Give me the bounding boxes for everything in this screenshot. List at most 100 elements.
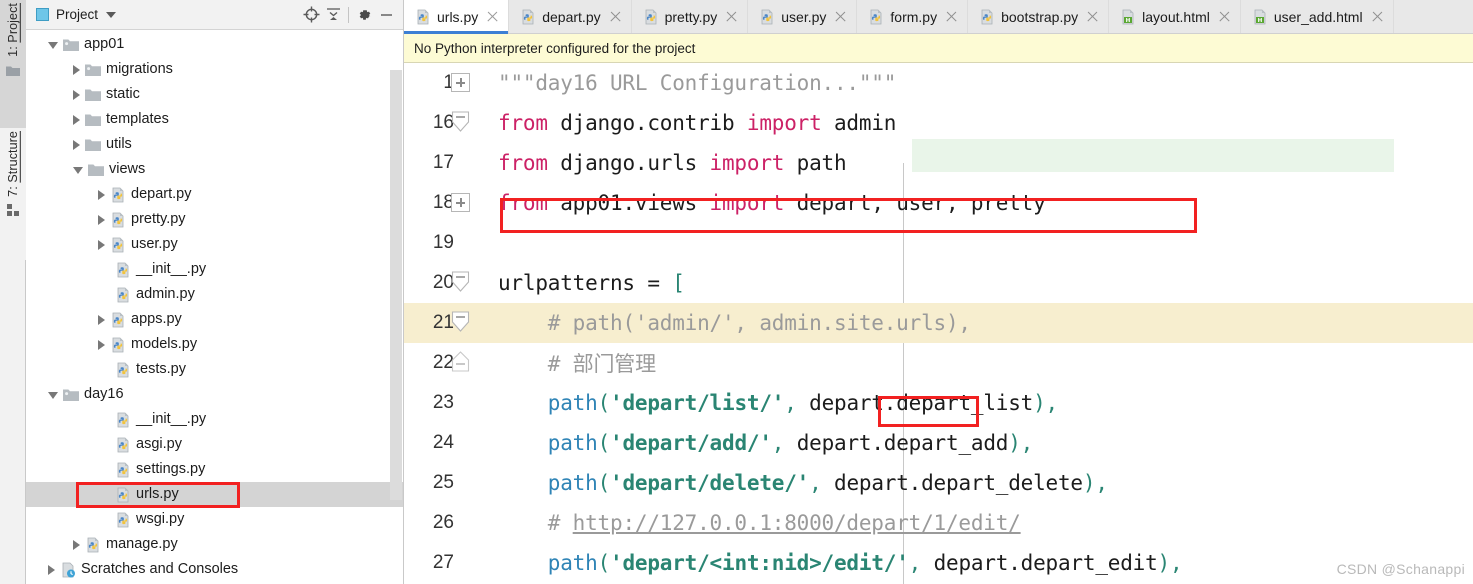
fold-gutter[interactable] xyxy=(451,303,498,343)
code-line[interactable]: 22 # 部门管理 xyxy=(404,343,1473,383)
tree-item--init-py[interactable]: __init__.py xyxy=(26,257,403,282)
tree-item-manage-py[interactable]: manage.py xyxy=(26,532,403,557)
fold-gutter[interactable] xyxy=(460,503,498,543)
project-panel-scrollbar[interactable] xyxy=(390,70,402,500)
code-line[interactable]: 24 path('depart/add/', depart.depart_add… xyxy=(404,423,1473,463)
fold-region-end-icon[interactable] xyxy=(451,351,470,373)
tree-item-tests-py[interactable]: tests.py xyxy=(26,357,403,382)
tree-item-user-py[interactable]: user.py xyxy=(26,232,403,257)
chevron-right-icon[interactable] xyxy=(98,239,105,250)
fold-collapse-icon[interactable] xyxy=(451,111,470,133)
code-line[interactable]: 21 # path('admin/', admin.site.urls), xyxy=(404,303,1473,343)
chevron-right-icon[interactable] xyxy=(73,114,80,125)
tree-item-static[interactable]: static xyxy=(26,82,403,107)
fold-gutter[interactable] xyxy=(451,263,498,303)
minimize-icon[interactable] xyxy=(375,4,397,26)
tree-item-pretty-py[interactable]: pretty.py xyxy=(26,207,403,232)
fold-gutter[interactable] xyxy=(460,543,498,583)
chevron-down-icon[interactable] xyxy=(106,11,117,18)
code-line[interactable]: 18 from app01.views import depart, user, … xyxy=(404,183,1473,223)
editor-tab-form-py[interactable]: form.py xyxy=(857,0,969,33)
code-identifier: urlpatterns = xyxy=(498,271,673,295)
tree-item-scratches-and-consoles[interactable]: Scratches and Consoles xyxy=(26,557,403,582)
project-tree[interactable]: app01 migrations static templates utils … xyxy=(26,30,403,584)
code-line[interactable]: 1 """day16 URL Configuration...""" xyxy=(404,63,1473,103)
code-line[interactable]: 23 path('depart/list/', depart.depart_li… xyxy=(404,383,1473,423)
fold-gutter[interactable] xyxy=(460,223,498,263)
chevron-right-icon[interactable] xyxy=(73,139,80,150)
fold-gutter[interactable] xyxy=(451,183,498,223)
chevron-right-icon[interactable] xyxy=(98,339,105,350)
chevron-right-icon[interactable] xyxy=(73,539,80,550)
tree-item-templates[interactable]: templates xyxy=(26,107,403,132)
close-icon[interactable] xyxy=(945,10,958,23)
tree-item-utils[interactable]: utils xyxy=(26,132,403,157)
fold-collapse-icon[interactable] xyxy=(451,271,470,293)
fold-collapse-icon[interactable] xyxy=(451,311,470,333)
close-icon[interactable] xyxy=(1371,10,1384,23)
tree-item--init-py[interactable]: __init__.py xyxy=(26,407,403,432)
fold-expand-icon[interactable] xyxy=(451,193,470,212)
tree-item-settings-py[interactable]: settings.py xyxy=(26,457,403,482)
close-icon[interactable] xyxy=(1086,10,1099,23)
fold-gutter[interactable] xyxy=(460,463,498,503)
close-icon[interactable] xyxy=(486,10,499,23)
tree-item-urls-py[interactable]: urls.py xyxy=(26,482,403,507)
close-icon[interactable] xyxy=(1218,10,1231,23)
tree-item-depart-py[interactable]: depart.py xyxy=(26,182,403,207)
editor-tab-depart-py[interactable]: depart.py xyxy=(509,0,632,33)
chevron-right-icon[interactable] xyxy=(73,64,80,75)
chevron-right-icon[interactable] xyxy=(98,314,105,325)
tool-button-structure[interactable]: 7: Structure xyxy=(0,128,26,260)
code-line[interactable]: 20 urlpatterns = [ xyxy=(404,263,1473,303)
chevron-right-icon[interactable] xyxy=(98,214,105,225)
tree-item-day16[interactable]: day16 xyxy=(26,382,403,407)
code-line[interactable]: 26 # http://127.0.0.1:8000/depart/1/edit… xyxy=(404,503,1473,543)
editor-tab-bootstrap-py[interactable]: bootstrap.py xyxy=(968,0,1110,33)
editor-tab-user-add-html[interactable]: H user_add.html xyxy=(1241,0,1394,33)
fold-gutter[interactable] xyxy=(451,343,498,383)
tree-item-admin-py[interactable]: admin.py xyxy=(26,282,403,307)
chevron-right-icon[interactable] xyxy=(48,564,55,575)
code-comment-url[interactable]: http://127.0.0.1:8000/depart/1/edit/ xyxy=(573,511,1021,535)
tree-item-label: asgi.py xyxy=(136,436,182,453)
fold-gutter[interactable] xyxy=(451,103,498,143)
code-line[interactable]: 17 from django.urls import path xyxy=(404,143,1473,183)
code-line[interactable]: 25 path('depart/delete/', depart.depart_… xyxy=(404,463,1473,503)
chevron-right-icon[interactable] xyxy=(98,189,105,200)
fold-gutter[interactable] xyxy=(451,63,498,103)
chevron-down-icon[interactable] xyxy=(48,42,58,49)
tree-item-models-py[interactable]: models.py xyxy=(26,332,403,357)
code-string: 'depart/list/' xyxy=(610,391,785,415)
tree-item-wsgi-py[interactable]: wsgi.py xyxy=(26,507,403,532)
code-line[interactable]: 19 xyxy=(404,223,1473,263)
fold-gutter[interactable] xyxy=(460,383,498,423)
editor-tab-user-py[interactable]: user.py xyxy=(748,0,858,33)
close-icon[interactable] xyxy=(609,10,622,23)
editor-tab-bar[interactable]: urls.py depart.py pretty.py user.py form… xyxy=(404,0,1473,34)
tree-item-views[interactable]: views xyxy=(26,157,403,182)
fold-expand-icon[interactable] xyxy=(451,73,470,92)
chevron-down-icon[interactable] xyxy=(48,392,58,399)
close-icon[interactable] xyxy=(725,10,738,23)
editor-tab-urls-py[interactable]: urls.py xyxy=(404,0,510,34)
fold-gutter[interactable] xyxy=(460,143,498,183)
locate-target-icon[interactable] xyxy=(300,4,322,26)
tree-item-migrations[interactable]: migrations xyxy=(26,57,403,82)
fold-gutter[interactable] xyxy=(460,423,498,463)
code-editor-surface[interactable]: 1 """day16 URL Configuration...""" 16 from … xyxy=(404,63,1473,584)
chevron-down-icon[interactable] xyxy=(73,167,83,174)
code-line[interactable]: 27 path('depart/<int:nid>/edit/', depart… xyxy=(404,543,1473,583)
tree-item-app01[interactable]: app01 xyxy=(26,32,403,57)
editor-tab-layout-html[interactable]: H layout.html xyxy=(1109,0,1241,33)
editor-tab-pretty-py[interactable]: pretty.py xyxy=(632,0,749,33)
close-icon[interactable] xyxy=(834,10,847,23)
tree-item-apps-py[interactable]: apps.py xyxy=(26,307,403,332)
tree-item-asgi-py[interactable]: asgi.py xyxy=(26,432,403,457)
tool-button-project[interactable]: 1: Project xyxy=(0,0,26,128)
code-string: 'depart/delete/' xyxy=(610,471,810,495)
gear-icon[interactable] xyxy=(353,4,375,26)
collapse-all-icon[interactable] xyxy=(322,4,344,26)
chevron-right-icon[interactable] xyxy=(73,89,80,100)
code-line[interactable]: 16 from django.contrib import admin xyxy=(404,103,1473,143)
